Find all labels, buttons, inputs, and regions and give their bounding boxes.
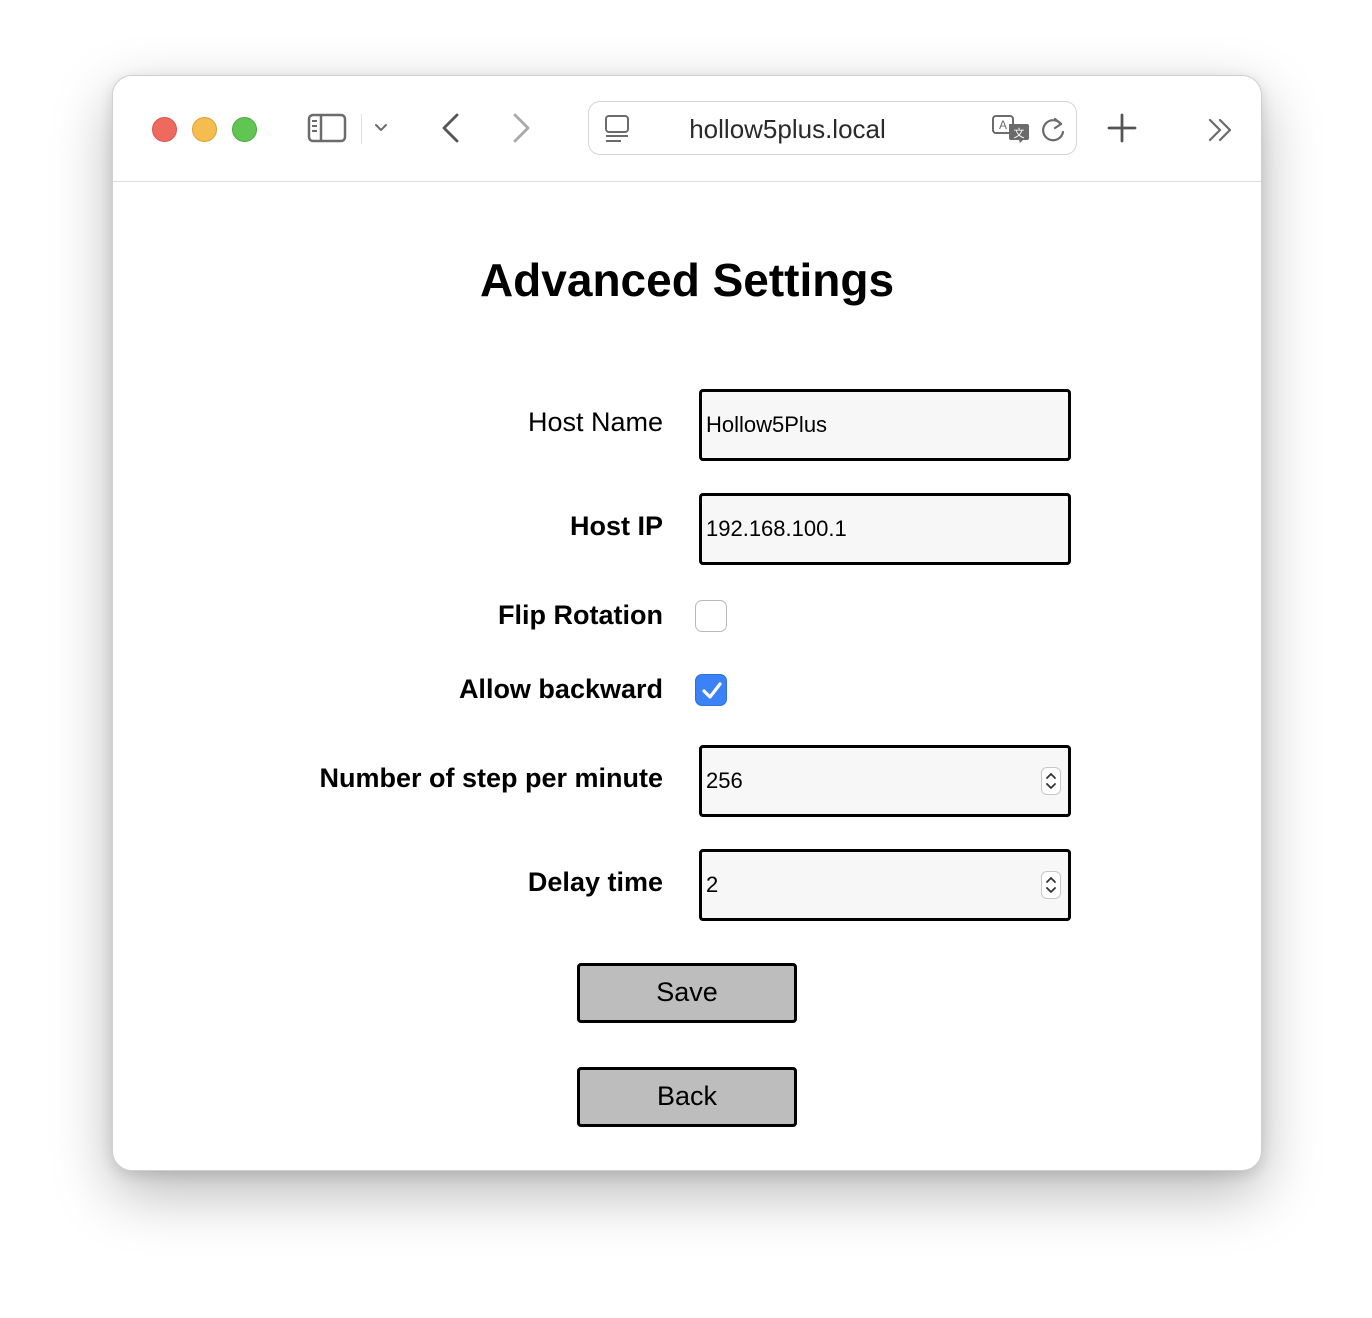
flip-rotation-label: Flip Rotation [498,600,663,630]
steps-per-minute-input[interactable] [699,745,1071,817]
delay-time-label: Delay time [527,867,663,897]
stepper-arrows-icon [1046,877,1056,893]
translate-icon[interactable]: A 文 [991,114,1031,144]
back-arrow-icon[interactable] [439,112,463,144]
allow-backward-checkbox[interactable] [695,674,727,706]
close-window-button[interactable] [152,117,177,142]
steps-per-minute-stepper[interactable] [1041,767,1061,795]
back-button[interactable]: Back [577,1067,797,1127]
browser-window: hollow5plus.local A 文 Advanced Settings … [112,75,1262,1171]
sidebar-toggle-icon[interactable] [307,112,347,144]
reload-icon[interactable] [1041,115,1067,143]
more-tabs-chevrons-icon[interactable] [1207,116,1235,144]
page-title: Advanced Settings [479,254,895,306]
url-text[interactable]: hollow5plus.local [649,102,926,156]
page-menu-icon[interactable] [603,114,631,144]
minimize-window-button[interactable] [192,117,217,142]
browser-toolbar: hollow5plus.local A 文 [113,76,1261,182]
toolbar-divider [361,114,362,144]
new-tab-plus-icon[interactable] [1107,112,1137,144]
host-name-input[interactable] [699,389,1071,461]
steps-per-minute-label: Number of step per minute [319,763,663,793]
host-name-label: Host Name [527,407,663,437]
allow-backward-label: Allow backward [458,674,663,704]
save-button[interactable]: Save [577,963,797,1023]
svg-text:A: A [999,118,1007,132]
host-ip-input[interactable] [699,493,1071,565]
page-content: Advanced Settings Host Name Host IP Flip… [113,182,1261,1170]
forward-arrow-icon[interactable] [509,112,533,144]
stepper-arrows-icon [1046,773,1056,789]
delay-time-input[interactable] [699,849,1071,921]
chevron-down-icon[interactable] [373,120,389,136]
delay-time-stepper[interactable] [1041,871,1061,899]
svg-text:文: 文 [1014,126,1025,140]
flip-rotation-checkbox[interactable] [695,600,727,632]
checkmark-icon [702,682,722,699]
host-ip-label: Host IP [569,511,663,541]
address-bar[interactable]: hollow5plus.local A 文 [588,101,1077,155]
zoom-window-button[interactable] [232,117,257,142]
